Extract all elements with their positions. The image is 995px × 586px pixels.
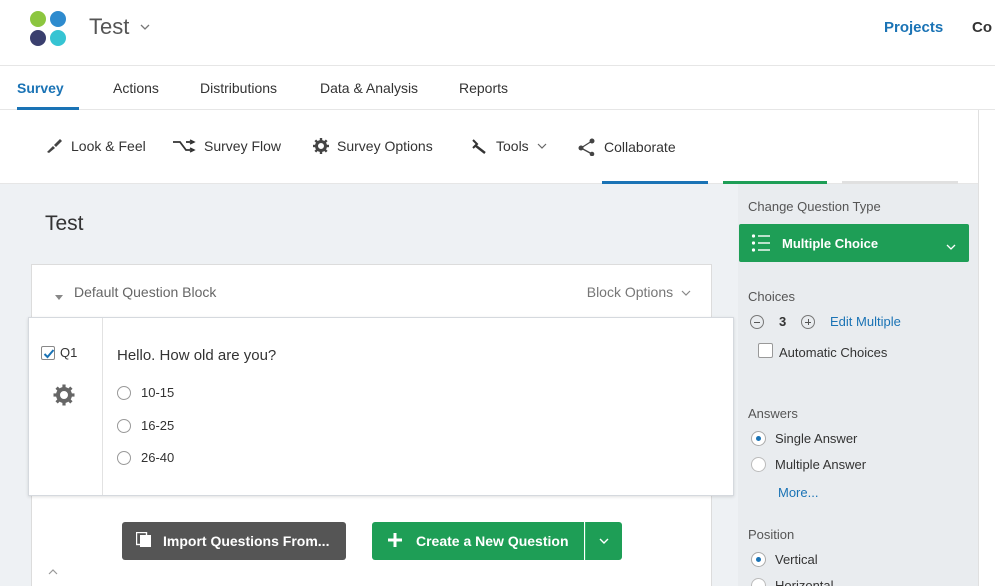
tab-distributions[interactable]: Distributions bbox=[200, 80, 277, 96]
question-text[interactable]: Hello. How old are you? bbox=[117, 347, 276, 364]
horizontal-label[interactable]: Horizontal bbox=[775, 578, 834, 586]
question-number: Q1 bbox=[60, 345, 78, 360]
look-feel-button[interactable]: Look & Feel bbox=[45, 138, 146, 154]
tab-actions[interactable]: Actions bbox=[113, 80, 159, 96]
choice-radio[interactable] bbox=[117, 450, 131, 465]
chevron-down-icon bbox=[599, 532, 609, 550]
survey-title[interactable]: Test bbox=[45, 212, 84, 236]
survey-flow-label: Survey Flow bbox=[204, 138, 282, 154]
block-options-dropdown[interactable]: Block Options bbox=[587, 284, 691, 300]
create-question-dropdown-button[interactable] bbox=[585, 522, 622, 560]
tools-dropdown-button[interactable]: Tools bbox=[470, 138, 547, 154]
block-collapse-triangle-icon[interactable] bbox=[54, 288, 64, 306]
vertical-radio[interactable] bbox=[751, 552, 766, 567]
share-icon bbox=[578, 138, 596, 156]
page-edge-divider bbox=[978, 110, 979, 586]
chevron-down-icon bbox=[537, 143, 547, 150]
vertical-label[interactable]: Vertical bbox=[775, 552, 818, 567]
choice-radio[interactable] bbox=[117, 385, 131, 400]
qualtrics-logo-icon[interactable] bbox=[30, 11, 68, 49]
wrench-icon bbox=[470, 138, 488, 154]
top-header: Test Projects Co bbox=[0, 0, 995, 66]
block-options-label: Block Options bbox=[586, 284, 674, 300]
question-type-dropdown[interactable]: Multiple Choice bbox=[739, 224, 969, 262]
collaborate-label: Collaborate bbox=[604, 139, 676, 155]
multiple-answer-radio[interactable] bbox=[751, 457, 766, 472]
chevron-up-icon[interactable] bbox=[48, 562, 58, 580]
multiple-choice-list-icon bbox=[751, 233, 771, 258]
gear-icon bbox=[313, 138, 329, 154]
choice-label[interactable]: 26-40 bbox=[141, 450, 174, 465]
answers-label: Answers bbox=[748, 406, 798, 421]
look-feel-label: Look & Feel bbox=[71, 138, 146, 154]
horizontal-radio[interactable] bbox=[751, 578, 766, 586]
project-chevron-down-icon[interactable] bbox=[140, 20, 150, 34]
survey-tabs: Survey Actions Distributions Data & Anal… bbox=[0, 66, 995, 110]
survey-options-label: Survey Options bbox=[337, 138, 433, 154]
tab-data-analysis[interactable]: Data & Analysis bbox=[320, 80, 418, 96]
choice-count[interactable]: 3 bbox=[779, 314, 786, 329]
question-type-value: Multiple Choice bbox=[782, 236, 879, 251]
choice-item[interactable]: 10-15 bbox=[117, 385, 174, 400]
copy-pages-icon bbox=[135, 531, 152, 551]
decrease-choices-icon[interactable] bbox=[750, 315, 764, 329]
collaborate-button[interactable]: Collaborate bbox=[578, 138, 676, 156]
paintbrush-icon bbox=[45, 138, 63, 154]
chevron-down-icon bbox=[946, 238, 956, 256]
import-questions-label: Import Questions From... bbox=[163, 533, 330, 549]
survey-options-button[interactable]: Survey Options bbox=[313, 138, 433, 154]
choice-label[interactable]: 10-15 bbox=[141, 385, 174, 400]
more-answers-link[interactable]: More... bbox=[778, 485, 818, 500]
chevron-down-icon bbox=[677, 284, 691, 300]
tools-label: Tools bbox=[496, 138, 529, 154]
survey-flow-icon bbox=[172, 139, 196, 153]
question-settings-gear-icon[interactable] bbox=[53, 384, 75, 411]
position-label: Position bbox=[748, 527, 795, 542]
create-new-question-label: Create a New Question bbox=[416, 533, 569, 549]
choice-label[interactable]: 16-25 bbox=[141, 418, 174, 433]
automatic-choices-label[interactable]: Automatic Choices bbox=[779, 345, 887, 360]
nav-projects-link[interactable]: Projects bbox=[884, 19, 943, 36]
nav-contacts-link[interactable]: Co bbox=[972, 19, 992, 36]
change-question-type-label: Change Question Type bbox=[748, 199, 881, 214]
block-name[interactable]: Default Question Block bbox=[74, 284, 216, 300]
choice-radio[interactable] bbox=[117, 418, 131, 433]
import-questions-button[interactable]: Import Questions From... bbox=[122, 522, 346, 560]
edit-multiple-link[interactable]: Edit Multiple bbox=[830, 314, 901, 329]
question-card[interactable]: Q1 Hello. How old are you? 10-15 16-25 2… bbox=[28, 317, 734, 496]
plus-icon bbox=[388, 532, 402, 550]
block-header: Default Question Block Block Options bbox=[32, 265, 711, 319]
project-title[interactable]: Test bbox=[89, 14, 129, 40]
choice-item[interactable]: 16-25 bbox=[117, 418, 174, 433]
increase-choices-icon[interactable] bbox=[801, 315, 815, 329]
tab-reports[interactable]: Reports bbox=[459, 80, 508, 96]
survey-toolbar: Look & Feel Survey Flow Survey Options T… bbox=[0, 110, 978, 184]
tab-survey[interactable]: Survey bbox=[17, 80, 64, 96]
multiple-answer-label[interactable]: Multiple Answer bbox=[775, 457, 866, 472]
choices-label: Choices bbox=[748, 289, 795, 304]
question-select-checkbox[interactable] bbox=[41, 346, 55, 360]
survey-flow-button[interactable]: Survey Flow bbox=[172, 138, 281, 154]
choice-item[interactable]: 26-40 bbox=[117, 450, 174, 465]
create-new-question-button[interactable]: Create a New Question bbox=[372, 522, 584, 560]
single-answer-label[interactable]: Single Answer bbox=[775, 431, 857, 446]
single-answer-radio[interactable] bbox=[751, 431, 766, 446]
automatic-choices-checkbox[interactable] bbox=[758, 343, 773, 358]
